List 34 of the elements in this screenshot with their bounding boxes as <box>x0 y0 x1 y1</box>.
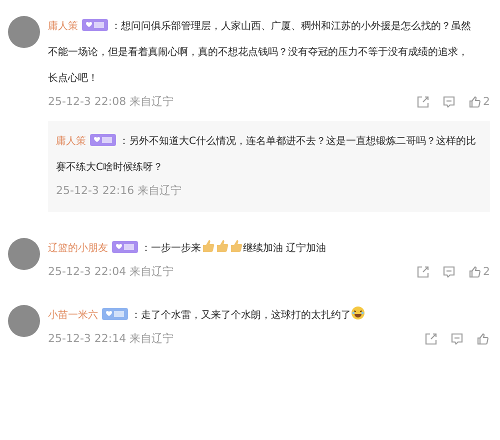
avatar-placeholder[interactable] <box>8 305 40 337</box>
user-name[interactable]: 小苗一米六 <box>48 310 98 321</box>
comment-icon[interactable] <box>442 94 456 108</box>
comment-text: ：另外不知道大C什么情况，连名单都进不去？这是一直想锻炼二哥吗？这样的比 <box>119 136 476 147</box>
like-icon[interactable] <box>468 94 482 108</box>
share-icon[interactable] <box>416 94 430 108</box>
comment-text: 继续加油 辽宁加油 <box>243 243 326 254</box>
like-count: 2 <box>483 265 490 278</box>
comment-text: 赛不练大C啥时候练呀？ <box>56 162 163 173</box>
laughing-emoji-icon <box>351 306 365 320</box>
thumbs-up-icon <box>229 239 243 253</box>
comment-text: ：走了个水雷，又来了个水朗，这球打的太扎约了 <box>131 310 351 321</box>
like-count: 2 <box>483 95 490 108</box>
comment-text: 不能一场论，但是看着真闹心啊，真的不想花点钱吗？没有夺冠的压力不等于没有成绩的追求， <box>48 47 468 58</box>
user-name[interactable]: 辽篮的小朋友 <box>48 243 108 254</box>
avatar-placeholder[interactable] <box>8 16 40 48</box>
avatar-placeholder[interactable] <box>8 238 40 270</box>
user-name[interactable]: 庸人策 <box>56 136 86 147</box>
comment-time: 25-12-3 22:04 来自辽宁 <box>48 264 174 279</box>
comment-icon[interactable] <box>442 264 456 278</box>
comment-time: 25-12-3 22:16 来自辽宁 <box>56 183 182 198</box>
comment-icon[interactable] <box>450 332 464 346</box>
comment-time: 25-12-3 22:14 来自辽宁 <box>48 331 174 346</box>
comment-time: 25-12-3 22:08 来自辽宁 <box>48 94 174 109</box>
like-icon[interactable] <box>468 264 482 278</box>
thumbs-up-icon <box>201 239 215 253</box>
comment-text: ：想问问俱乐部管理层，人家山西、广厦、稠州和江苏的小外援是怎么找的？虽然 <box>111 21 471 32</box>
thumbs-up-icon <box>215 239 229 253</box>
comment-text: ：一步一步来 <box>141 243 201 254</box>
user-name[interactable]: 庸人策 <box>48 21 78 32</box>
share-icon[interactable] <box>424 332 438 346</box>
comment-text: 长点心吧！ <box>48 73 98 84</box>
share-icon[interactable] <box>416 264 430 278</box>
like-icon[interactable] <box>476 332 490 346</box>
